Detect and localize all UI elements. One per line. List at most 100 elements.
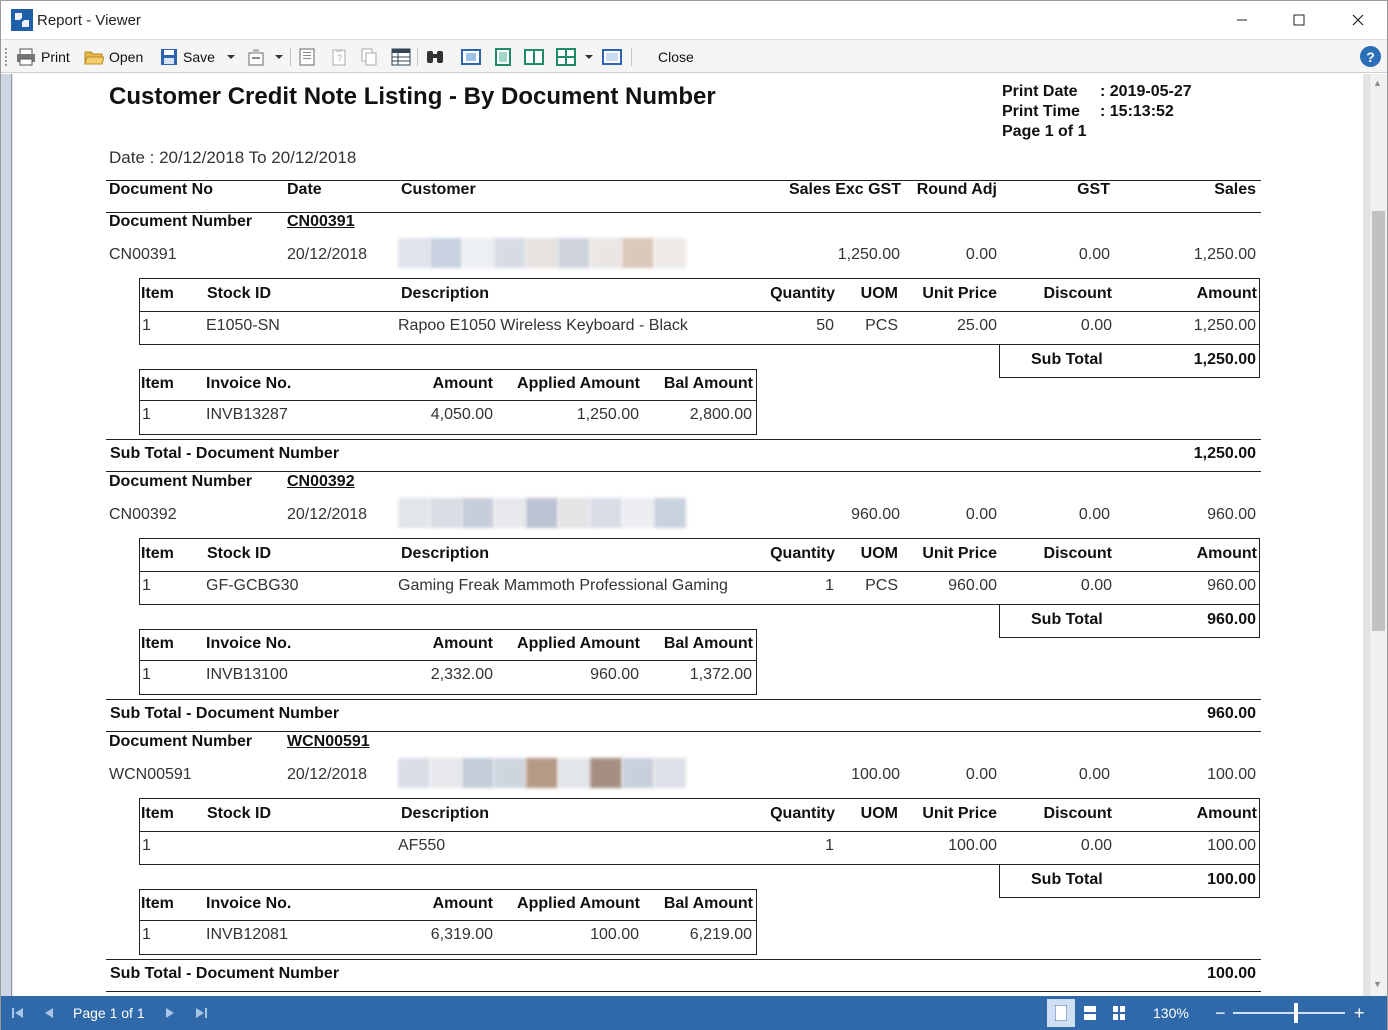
round-adj: 0.00: [965, 766, 997, 783]
sales: 1,250.00: [1193, 246, 1256, 263]
gst: 0.00: [1078, 766, 1110, 783]
inv-invoice-no: INVB13100: [206, 666, 288, 683]
item-stock-id: E1050-SN: [206, 317, 280, 334]
grid-pages-icon: [556, 48, 576, 66]
copy-button[interactable]: [360, 45, 378, 69]
scrollbar-thumb[interactable]: [1372, 211, 1385, 631]
doc-date: 20/12/2018: [287, 766, 368, 783]
doc-subtotal-label: Sub Total - Document Number: [110, 445, 340, 462]
item-col-amount: Amount: [1196, 545, 1257, 562]
scroll-up-icon[interactable]: ▲: [1373, 78, 1382, 88]
full-screen-button[interactable]: [602, 45, 622, 69]
item-subtotal-value: 100.00: [1207, 871, 1256, 888]
export-button[interactable]: [247, 45, 267, 69]
item-col-unit-price: Unit Price: [922, 805, 997, 822]
group-label: Document Number: [109, 473, 253, 490]
toolbar-grip[interactable]: [5, 48, 8, 66]
item-col-description: Description: [401, 545, 490, 562]
item-uom: PCS: [865, 317, 898, 334]
table-view-button[interactable]: [391, 45, 411, 69]
page-setup-icon: [299, 48, 315, 66]
group-label: Document Number: [109, 213, 253, 230]
item-subtotal-label: Sub Total: [1031, 611, 1103, 628]
single-page-view-button[interactable]: [461, 45, 481, 69]
close-report-button[interactable]: Close: [658, 45, 694, 69]
inv-col-applied-amount: Applied Amount: [517, 375, 640, 392]
export-icon: [248, 49, 264, 66]
doc-subtotal-rule: [106, 439, 1261, 440]
parameters-button[interactable]: ?: [330, 45, 348, 69]
header-bottom-rule: [106, 212, 1261, 213]
scroll-down-icon[interactable]: ▼: [1373, 979, 1382, 989]
item-table-rule: [139, 311, 1260, 312]
last-page-button[interactable]: [194, 996, 208, 1030]
col-customer: Customer: [401, 181, 476, 198]
plus-icon: +: [1354, 1002, 1365, 1023]
item-amount: 100.00: [1207, 837, 1256, 854]
item-amount: 1,250.00: [1193, 317, 1256, 334]
doc-subtotal-label: Sub Total - Document Number: [110, 965, 340, 982]
date-range: Date : 20/12/2018 To 20/12/2018: [109, 148, 357, 167]
item-unit-price: 25.00: [956, 317, 997, 334]
item-col-amount: Amount: [1196, 805, 1257, 822]
continuous-mode-button[interactable]: [1083, 996, 1097, 1030]
help-icon[interactable]: ?: [1360, 46, 1381, 67]
item-no: 1: [142, 577, 151, 594]
parameters-icon: ?: [332, 49, 346, 66]
item-col-unit-price: Unit Price: [922, 285, 997, 302]
zoom-slider-track[interactable]: [1233, 1012, 1345, 1014]
single-page-icon: [461, 49, 481, 65]
item-uom: PCS: [865, 577, 898, 594]
page-width-view-button[interactable]: [493, 45, 513, 69]
full-screen-icon: [602, 49, 622, 65]
find-button[interactable]: [425, 45, 445, 69]
item-quantity: 1: [825, 577, 834, 594]
group-label: Document Number: [109, 733, 253, 750]
gst: 0.00: [1078, 246, 1110, 263]
export-dropdown-button[interactable]: [275, 45, 283, 69]
single-page-mode-button[interactable]: [1047, 999, 1075, 1027]
open-button[interactable]: Open: [84, 45, 143, 69]
first-page-icon: [12, 1008, 23, 1018]
previous-page-button[interactable]: [43, 996, 55, 1030]
first-page-button[interactable]: [11, 996, 25, 1030]
inv-col-amount: Amount: [432, 895, 493, 912]
folder-open-icon: [84, 51, 104, 65]
inv-invoice-no: INVB13287: [206, 406, 288, 423]
item-subtotal-label: Sub Total: [1031, 351, 1103, 368]
maximize-button[interactable]: [1276, 1, 1322, 39]
item-col-amount: Amount: [1196, 285, 1257, 302]
save-dropdown-button[interactable]: [227, 45, 235, 69]
zoom-slider-thumb[interactable]: [1294, 1003, 1298, 1023]
toolbar-separator: [290, 48, 291, 66]
close-window-button[interactable]: [1335, 1, 1381, 39]
next-page-button[interactable]: [164, 996, 176, 1030]
item-description: Rapoo E1050 Wireless Keyboard - Black: [398, 317, 688, 334]
save-label: Save: [183, 49, 215, 65]
page-info: Page 1 of 1: [1002, 123, 1087, 140]
zoom-level: 130%: [1153, 1005, 1189, 1021]
two-page-view-button[interactable]: [524, 45, 544, 69]
multiple-pages-mode-button[interactable]: [1112, 996, 1126, 1030]
item-no: 1: [142, 837, 151, 854]
inv-applied-amount: 1,250.00: [576, 406, 639, 423]
sales: 100.00: [1207, 766, 1256, 783]
zoom-out-button[interactable]: −: [1215, 996, 1226, 1030]
minimize-button[interactable]: [1219, 1, 1265, 39]
inv-amount: 2,332.00: [430, 666, 493, 683]
inv-amount: 6,319.00: [430, 926, 493, 943]
print-time-label: Print Time: [1002, 103, 1080, 120]
single-page-icon: [1055, 1005, 1067, 1021]
gst: 0.00: [1078, 506, 1110, 523]
vertical-scrollbar[interactable]: ▲ ▼: [1369, 74, 1387, 996]
view-dropdown-button[interactable]: [585, 45, 593, 69]
minimize-icon: [1237, 19, 1247, 21]
page-setup-button[interactable]: [298, 45, 316, 69]
doc-subtotal-bottom-rule: [106, 731, 1261, 732]
save-button[interactable]: Save: [160, 45, 215, 69]
print-button[interactable]: Print: [16, 45, 70, 69]
zoom-in-button[interactable]: +: [1354, 996, 1365, 1030]
multi-page-view-button[interactable]: [556, 45, 576, 69]
inv-col-item: Item: [141, 375, 174, 392]
floppy-disk-icon: [161, 49, 177, 65]
